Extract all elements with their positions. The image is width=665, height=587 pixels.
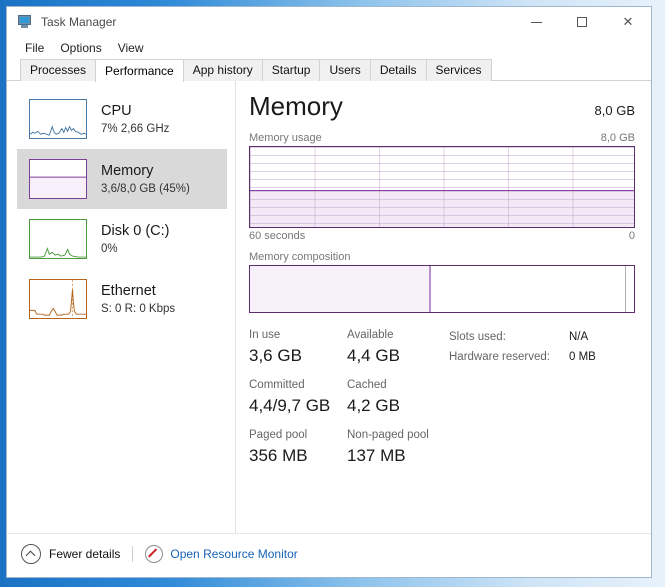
footer-separator xyxy=(132,546,134,562)
ethernet-graph-thumbnail xyxy=(29,279,87,319)
sidebar-item-ethernet[interactable]: Ethernet S: 0 R: 0 Kbps xyxy=(17,269,227,329)
stat-in-use-label: In use xyxy=(249,329,281,341)
sidebar-item-memory[interactable]: Memory 3,6/8,0 GB (45%) xyxy=(17,149,227,209)
memory-detail-panel: Memory 8,0 GB Memory usage 8,0 GB 60 sec… xyxy=(235,81,651,533)
stat-committed-value: 4,4/9,7 GB xyxy=(249,396,331,415)
stat-non-paged-pool: Non-paged pool 137 MB xyxy=(347,427,445,467)
sidebar-ethernet-sub: S: 0 R: 0 Kbps xyxy=(101,302,176,315)
window-title: Task Manager xyxy=(41,15,117,29)
graph-fill-gridlines xyxy=(250,191,634,227)
chevron-up-circle-icon xyxy=(21,544,41,564)
sidebar-item-disk[interactable]: Disk 0 (C:) 0% xyxy=(17,209,227,269)
task-manager-icon xyxy=(17,14,33,30)
resource-sidebar: CPU 7% 2,66 GHz Memory 3,6/8,0 GB (45%) xyxy=(7,81,236,533)
stat-in-use: In use 3,6 GB xyxy=(249,327,347,367)
hardware-details: Slots used: N/A Hardware reserved: 0 MB xyxy=(445,327,635,477)
close-icon[interactable]: ✕ xyxy=(605,7,651,37)
composition-in-use-segment xyxy=(250,266,431,312)
detail-hardware-reserved-key: Hardware reserved: xyxy=(449,351,550,363)
stat-row-pools: Paged pool 356 MB Non-paged pool 137 MB xyxy=(249,427,445,467)
memory-graph-thumbnail xyxy=(29,159,87,199)
sidebar-memory-sub: 3,6/8,0 GB (45%) xyxy=(101,182,190,195)
graph-usage-fill xyxy=(250,190,634,227)
fewer-details-button[interactable]: Fewer details xyxy=(21,544,120,564)
menu-item-file[interactable]: File xyxy=(17,39,52,57)
sidebar-cpu-text: CPU 7% 2,66 GHz xyxy=(101,102,169,137)
disk-graph-thumbnail xyxy=(29,219,87,259)
memory-usage-label: Memory usage xyxy=(249,132,322,144)
memory-usage-max: 8,0 GB xyxy=(600,132,635,144)
tab-processes[interactable]: Processes xyxy=(20,59,97,81)
axis-right-label: 0 xyxy=(628,230,635,242)
stat-available-label: Available xyxy=(347,329,394,341)
sidebar-cpu-title: CPU xyxy=(101,102,132,119)
tab-services[interactable]: Services xyxy=(425,59,492,81)
composition-modified-divider xyxy=(625,266,626,312)
sidebar-disk-sub: 0% xyxy=(101,242,118,255)
detail-slots-used-key: Slots used: xyxy=(449,331,506,343)
stat-row-committed-cached: Committed 4,4/9,7 GB Cached 4,2 GB xyxy=(249,377,445,417)
maximize-button[interactable] xyxy=(559,7,605,37)
sidebar-item-cpu[interactable]: CPU 7% 2,66 GHz xyxy=(17,89,227,149)
memory-statistics: In use 3,6 GB Available 4,4 GB Committed… xyxy=(249,327,635,477)
sidebar-memory-text: Memory 3,6/8,0 GB (45%) xyxy=(101,162,190,197)
fewer-details-label: Fewer details xyxy=(49,547,121,561)
detail-slots-used: Slots used: N/A xyxy=(449,327,635,347)
stat-non-paged-pool-label: Non-paged pool xyxy=(347,429,429,441)
statistics-columns: In use 3,6 GB Available 4,4 GB Committed… xyxy=(249,327,445,477)
stat-committed: Committed 4,4/9,7 GB xyxy=(249,377,347,417)
stat-paged-pool-value: 356 MB xyxy=(249,446,308,465)
resource-monitor-icon xyxy=(145,545,164,563)
sidebar-memory-title: Memory xyxy=(101,162,154,179)
open-resource-monitor-label: Open Resource Monitor xyxy=(170,547,298,561)
tab-startup[interactable]: Startup xyxy=(261,59,321,81)
memory-usage-labels: Memory usage 8,0 GB xyxy=(249,132,635,144)
axis-left-label: 60 seconds xyxy=(249,230,306,242)
title-bar: Task Manager ✕ xyxy=(7,7,651,37)
tab-app-history[interactable]: App history xyxy=(182,59,263,81)
stat-available-value: 4,4 GB xyxy=(347,346,400,365)
total-memory: 8,0 GB xyxy=(594,103,635,118)
content-area: CPU 7% 2,66 GHz Memory 3,6/8,0 GB (45%) xyxy=(7,81,651,533)
window-controls: ✕ xyxy=(513,7,651,37)
stat-cached-value: 4,2 GB xyxy=(347,396,400,415)
graph-axis-labels: 60 seconds 0 xyxy=(249,230,635,242)
memory-usage-graph xyxy=(249,146,635,228)
stat-in-use-value: 3,6 GB xyxy=(249,346,302,365)
footer-bar: Fewer details Open Resource Monitor xyxy=(7,533,651,575)
minimize-button[interactable] xyxy=(513,7,559,37)
sidebar-ethernet-title: Ethernet xyxy=(101,282,156,299)
stat-paged-pool: Paged pool 356 MB xyxy=(249,427,347,467)
stat-cached: Cached 4,2 GB xyxy=(347,377,445,417)
stat-non-paged-pool-value: 137 MB xyxy=(347,446,406,465)
tab-performance[interactable]: Performance xyxy=(95,59,184,82)
detail-slots-used-value: N/A xyxy=(569,331,589,343)
page-title: Memory xyxy=(249,91,343,121)
memory-composition-bar[interactable] xyxy=(249,265,635,313)
stat-available: Available 4,4 GB xyxy=(347,327,445,367)
sidebar-disk-text: Disk 0 (C:) 0% xyxy=(101,222,169,257)
menu-item-view[interactable]: View xyxy=(110,39,152,57)
stat-cached-label: Cached xyxy=(347,379,387,391)
tab-strip: Processes Performance App history Startu… xyxy=(7,59,651,82)
stat-paged-pool-label: Paged pool xyxy=(249,429,308,441)
stat-row-inuse-available: In use 3,6 GB Available 4,4 GB xyxy=(249,327,445,367)
tab-users[interactable]: Users xyxy=(319,59,371,81)
tab-details[interactable]: Details xyxy=(369,59,427,81)
cpu-graph-thumbnail xyxy=(29,99,87,139)
sidebar-disk-title: Disk 0 (C:) xyxy=(101,222,170,239)
menu-item-options[interactable]: Options xyxy=(52,39,109,57)
open-resource-monitor-link[interactable]: Open Resource Monitor xyxy=(145,545,298,563)
detail-hardware-reserved: Hardware reserved: 0 MB xyxy=(449,347,635,367)
stat-committed-label: Committed xyxy=(249,379,305,391)
sidebar-cpu-sub: 7% 2,66 GHz xyxy=(101,122,170,135)
memory-composition-label: Memory composition xyxy=(249,251,351,263)
sidebar-ethernet-text: Ethernet S: 0 R: 0 Kbps xyxy=(101,282,175,317)
detail-hardware-reserved-value: 0 MB xyxy=(569,351,596,363)
task-manager-window: Task Manager ✕ File Options View Process… xyxy=(6,6,652,578)
panel-header: Memory 8,0 GB xyxy=(249,89,635,123)
memory-composition-labels: Memory composition xyxy=(249,251,635,263)
menu-bar: File Options View xyxy=(7,37,651,59)
